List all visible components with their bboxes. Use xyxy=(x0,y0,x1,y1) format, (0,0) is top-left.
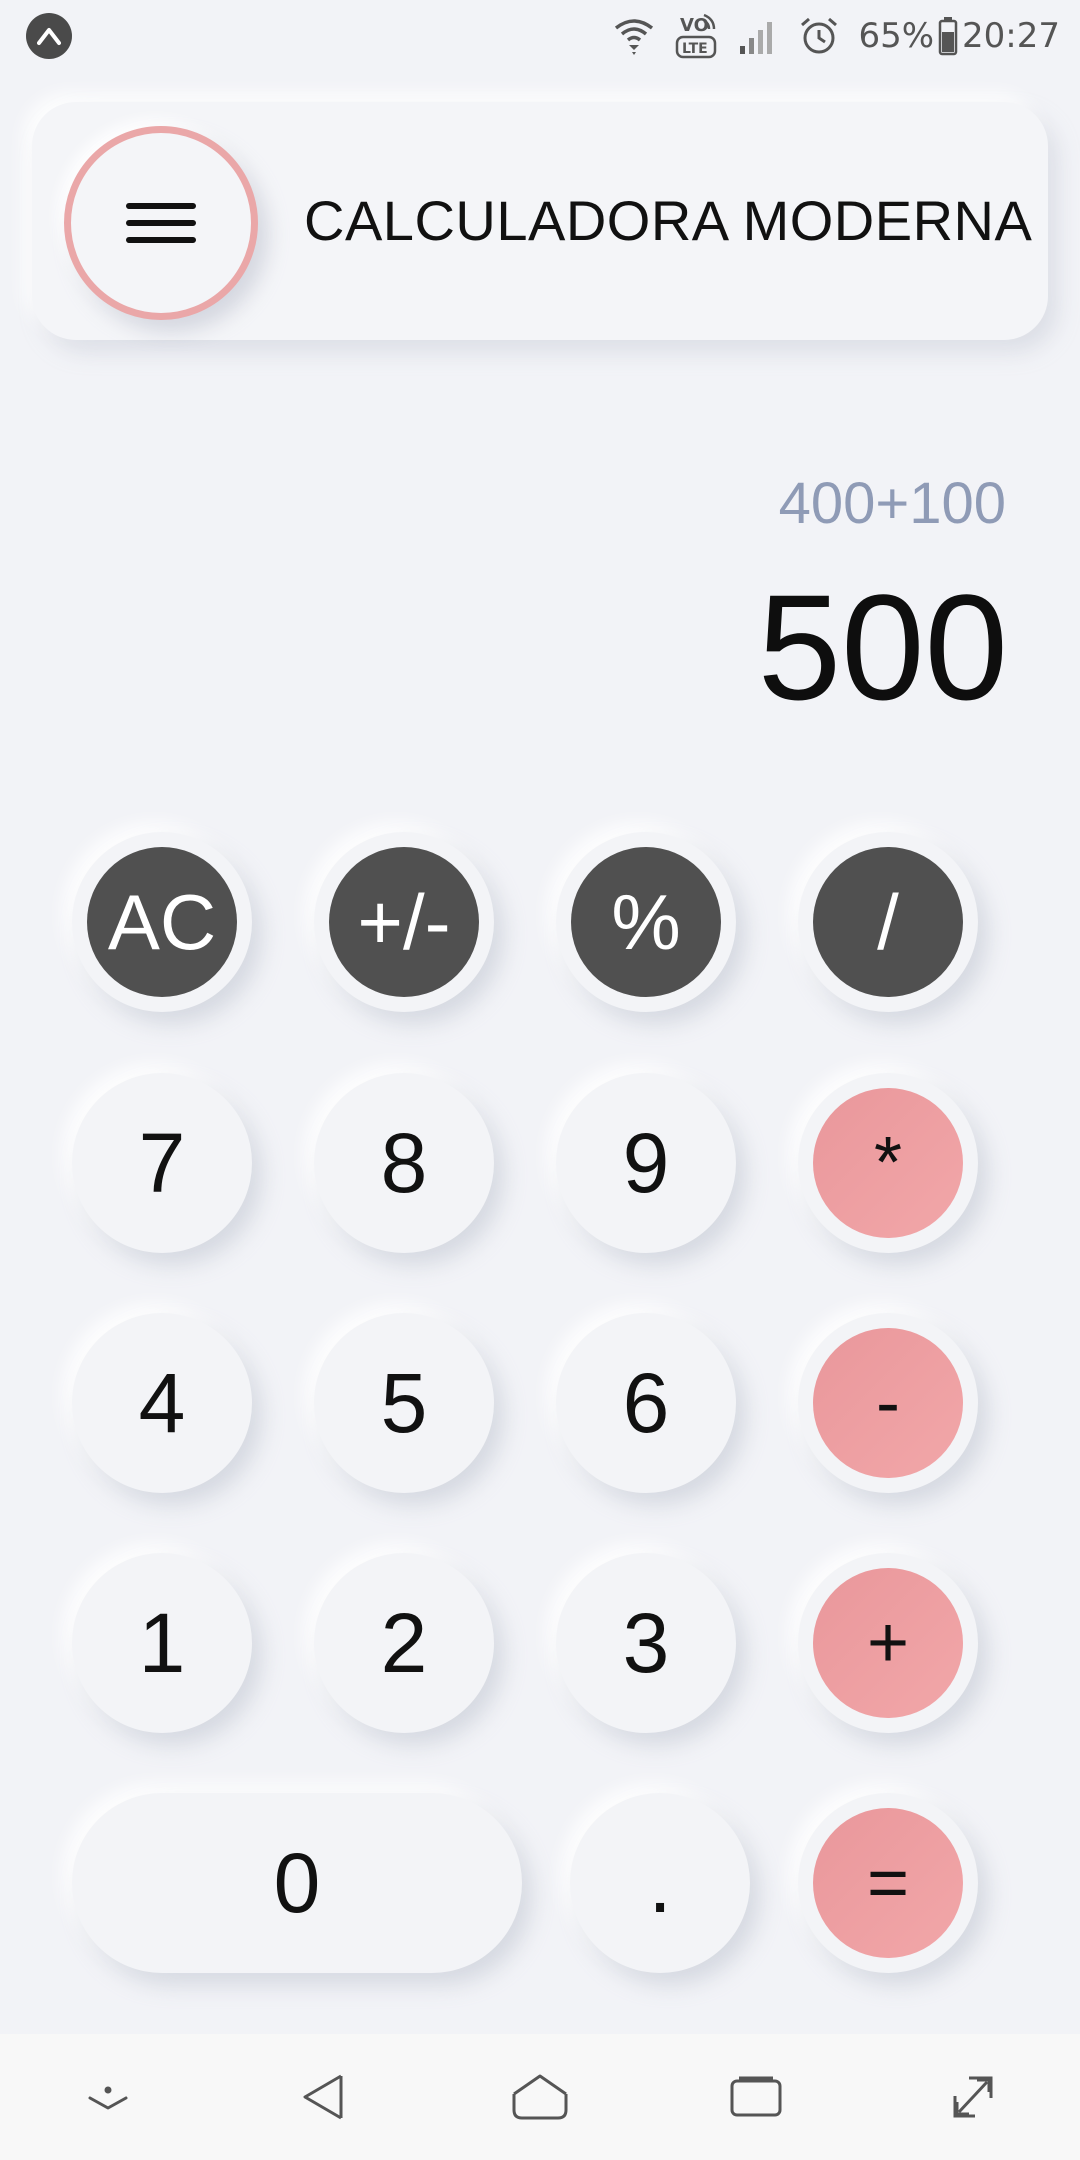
key-label: - xyxy=(813,1328,963,1478)
key-7[interactable]: 7 xyxy=(72,1073,252,1253)
notification-pull-icon[interactable] xyxy=(73,2062,143,2132)
result-display: 500 xyxy=(757,563,1008,731)
back-icon[interactable] xyxy=(289,2062,359,2132)
key-add[interactable]: + xyxy=(798,1553,978,1733)
volte-icon: VO LTE xyxy=(674,11,720,61)
key-label: 3 xyxy=(622,1595,670,1690)
wifi-icon xyxy=(612,16,656,56)
expression-display: 400+100 xyxy=(778,471,1006,536)
key-negate[interactable]: +/- xyxy=(314,832,494,1012)
key-ac[interactable]: AC xyxy=(72,832,252,1012)
navigation-bar xyxy=(0,2034,1080,2160)
hamburger-menu-icon xyxy=(126,192,196,254)
menu-button[interactable] xyxy=(64,126,258,320)
battery-percent: 65% xyxy=(858,16,935,56)
key-label: 7 xyxy=(138,1115,186,1210)
key-equals[interactable]: = xyxy=(798,1793,978,1973)
key-multiply[interactable]: * xyxy=(798,1073,978,1253)
key-label: 6 xyxy=(622,1355,670,1450)
key-label: % xyxy=(571,847,721,997)
key-2[interactable]: 2 xyxy=(314,1553,494,1733)
key-label: 4 xyxy=(138,1355,186,1450)
key-1[interactable]: 1 xyxy=(72,1553,252,1733)
clock: 20:27 xyxy=(962,16,1060,56)
app-title: CALCULADORA MODERNA xyxy=(304,189,1033,252)
svg-text:VO: VO xyxy=(680,15,709,36)
header-card: CALCULADORA MODERNA xyxy=(32,102,1048,340)
key-6[interactable]: 6 xyxy=(556,1313,736,1493)
key-percent[interactable]: % xyxy=(556,832,736,1012)
key-label: 0 xyxy=(273,1835,321,1930)
key-label: = xyxy=(813,1808,963,1958)
key-decimal[interactable]: . xyxy=(570,1793,750,1973)
status-bar: VO LTE 65% 20:27 xyxy=(0,0,1080,72)
screen-expand-icon[interactable] xyxy=(937,2062,1007,2132)
key-4[interactable]: 4 xyxy=(72,1313,252,1493)
key-label: / xyxy=(813,847,963,997)
key-label: 5 xyxy=(380,1355,428,1450)
key-label: AC xyxy=(87,847,237,997)
key-8[interactable]: 8 xyxy=(314,1073,494,1253)
svg-text:LTE: LTE xyxy=(682,41,708,57)
battery-icon xyxy=(938,16,958,56)
key-divide[interactable]: / xyxy=(798,832,978,1012)
key-9[interactable]: 9 xyxy=(556,1073,736,1253)
key-label: + xyxy=(813,1568,963,1718)
key-label: * xyxy=(813,1088,963,1238)
key-0[interactable]: 0 xyxy=(72,1793,522,1973)
key-5[interactable]: 5 xyxy=(314,1313,494,1493)
signal-icon xyxy=(738,16,780,56)
key-label: . xyxy=(648,1835,672,1930)
key-3[interactable]: 3 xyxy=(556,1553,736,1733)
home-icon[interactable] xyxy=(505,2062,575,2132)
key-label: +/- xyxy=(329,847,479,997)
key-label: 9 xyxy=(622,1115,670,1210)
caret-up-icon xyxy=(26,13,72,59)
key-label: 1 xyxy=(138,1595,186,1690)
alarm-icon xyxy=(798,15,840,57)
key-subtract[interactable]: - xyxy=(798,1313,978,1493)
recents-icon[interactable] xyxy=(721,2062,791,2132)
key-label: 2 xyxy=(380,1595,428,1690)
key-label: 8 xyxy=(380,1115,428,1210)
